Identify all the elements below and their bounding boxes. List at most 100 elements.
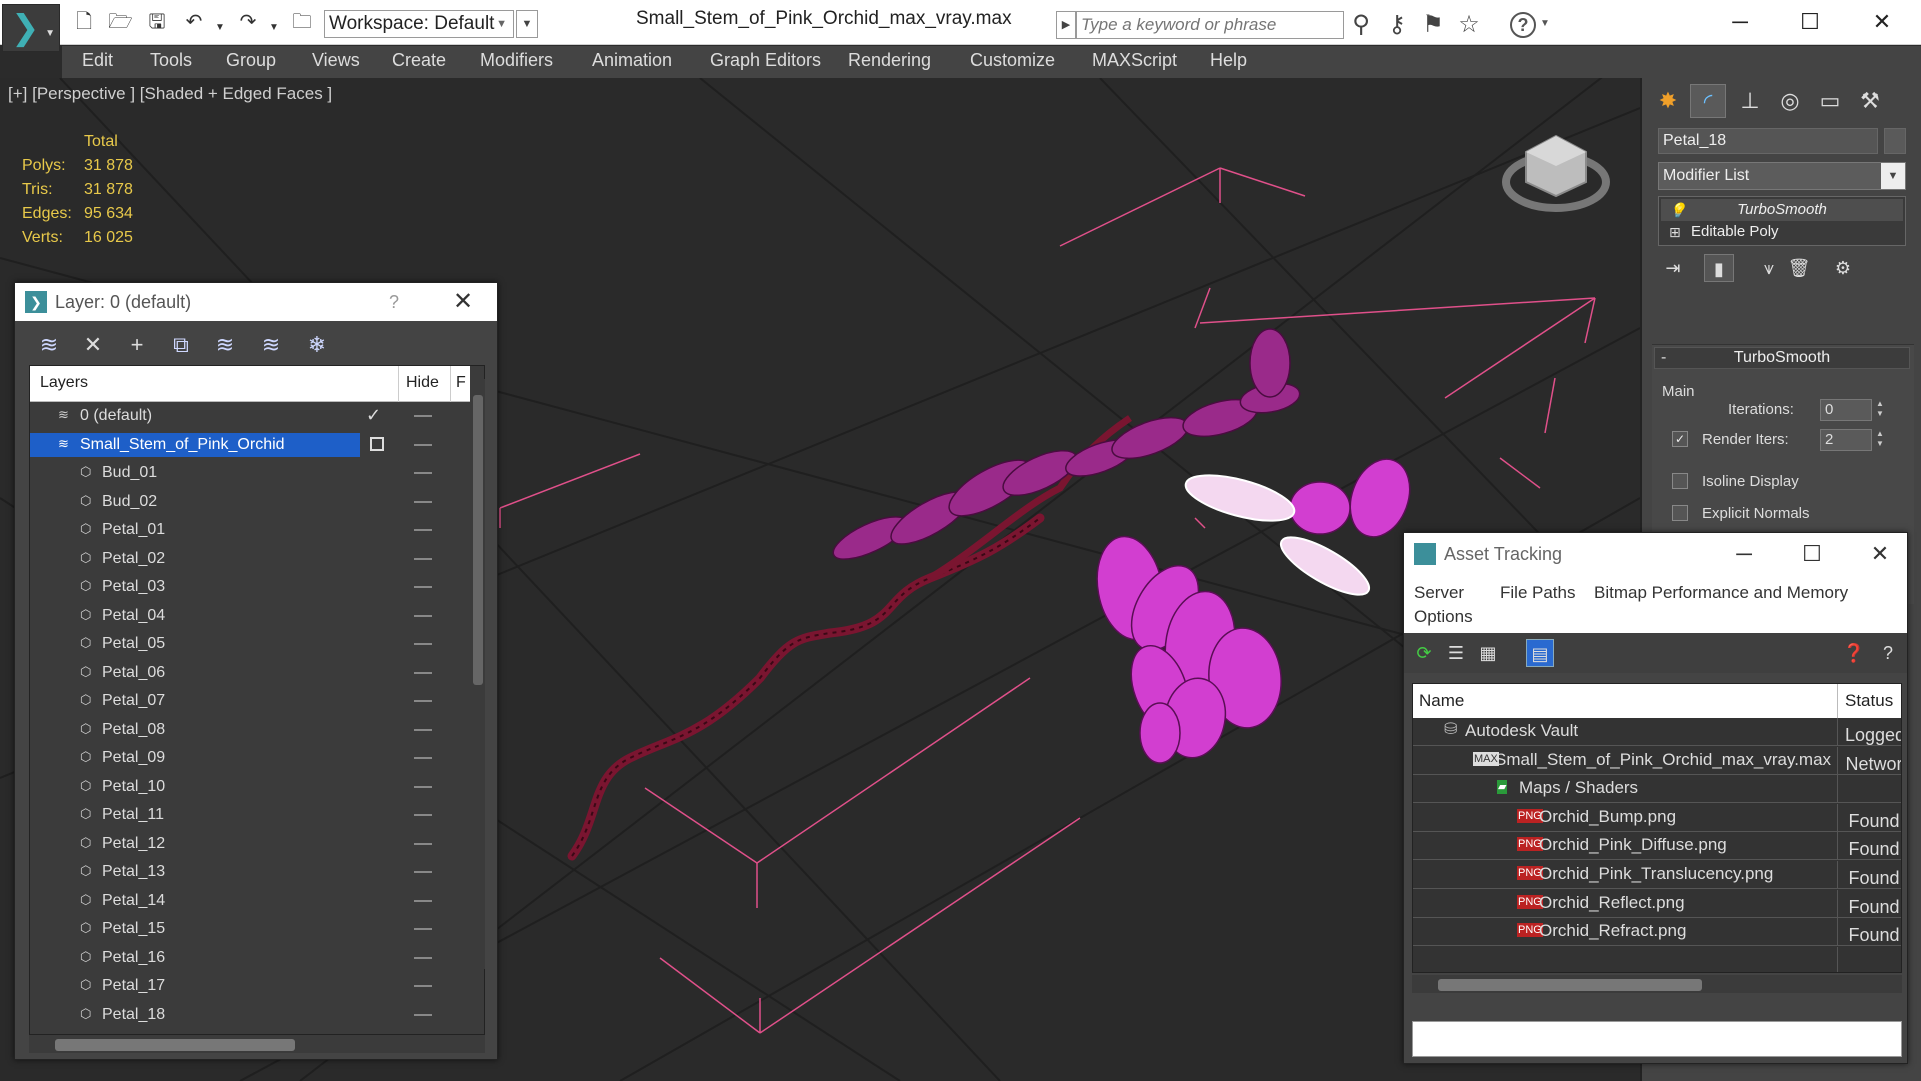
- thumbnail-view-icon[interactable]: ▦: [1474, 639, 1502, 667]
- iterations-spinner[interactable]: 0: [1820, 399, 1872, 421]
- binoculars-icon[interactable]: ⚲: [1346, 10, 1376, 40]
- undo-icon[interactable]: ↶: [182, 10, 206, 34]
- hide-toggle[interactable]: [414, 1013, 432, 1016]
- stack-item-editable-poly[interactable]: ⊞ Editable Poly: [1661, 221, 1903, 243]
- hide-toggle[interactable]: [414, 899, 432, 902]
- asset-row[interactable]: ⛁ Autodesk Vault Logged: [1413, 718, 1901, 746]
- refresh-icon[interactable]: ⟳: [1410, 639, 1438, 667]
- rollout-header[interactable]: - TurboSmooth: [1654, 347, 1910, 369]
- redo-icon[interactable]: ↷: [236, 10, 260, 34]
- menu-graph-editors[interactable]: Graph Editors: [710, 50, 821, 71]
- signin-icon[interactable]: ⚑: [1418, 10, 1448, 40]
- scrollbar-thumb[interactable]: [55, 1039, 295, 1051]
- hide-toggle[interactable]: [414, 928, 432, 930]
- project-folder-icon[interactable]: 🗀: [290, 10, 314, 34]
- minimize-button[interactable]: ─: [1720, 4, 1760, 40]
- menu-file[interactable]: File: [1500, 583, 1527, 603]
- menu-help[interactable]: Help: [1210, 50, 1247, 71]
- asset-row[interactable]: MAX Small_Stem_of_Pink_Orchid_max_vray.ma…: [1413, 746, 1901, 775]
- open-folder-icon[interactable]: 🗁: [108, 10, 133, 34]
- dialog-title-bar[interactable]: Asset Tracking ─ ☐ ✕: [1404, 533, 1907, 575]
- object-row[interactable]: ⬡ Petal_16: [30, 944, 470, 972]
- display-tab-icon[interactable]: ▭: [1812, 84, 1848, 118]
- asset-path-input[interactable]: [1412, 1021, 1902, 1057]
- hide-toggle[interactable]: [414, 643, 432, 645]
- hierarchy-tab-icon[interactable]: ⊥: [1732, 84, 1768, 118]
- remove-modifier-icon[interactable]: 🗑: [1784, 254, 1814, 282]
- isoline-display-checkbox[interactable]: [1672, 473, 1688, 489]
- object-row[interactable]: ⬡ Petal_12: [30, 830, 470, 858]
- close-button[interactable]: ✕: [1858, 533, 1902, 575]
- make-unique-icon[interactable]: ⩛: [1754, 254, 1784, 282]
- configure-sets-icon[interactable]: ⚙: [1828, 254, 1858, 282]
- menu-options[interactable]: Options: [1414, 607, 1473, 627]
- column-header-layers[interactable]: Layers: [40, 374, 88, 392]
- search-input[interactable]: [1076, 11, 1344, 39]
- object-row[interactable]: ⬡ Petal_13: [30, 858, 470, 886]
- column-header-freeze[interactable]: F: [456, 374, 466, 392]
- object-row[interactable]: ⬡ Petal_07: [30, 687, 470, 715]
- object-row[interactable]: ⬡ Bud_02: [30, 488, 470, 516]
- object-row[interactable]: ⬡ Petal_11: [30, 801, 470, 829]
- help-icon[interactable]: ?: [1510, 12, 1536, 38]
- spinner-arrows-icon[interactable]: ▲ ▼: [1874, 429, 1886, 451]
- asset-row[interactable]: PNG Orchid_Pink_Translucency.png Found: [1413, 861, 1901, 889]
- column-header-name[interactable]: Name: [1419, 691, 1464, 711]
- spinner-arrows-icon[interactable]: ▲ ▼: [1874, 399, 1886, 421]
- hide-toggle[interactable]: [414, 614, 432, 617]
- list-view-icon[interactable]: ☰: [1442, 639, 1470, 667]
- motion-tab-icon[interactable]: ◎: [1772, 84, 1808, 118]
- menu-views[interactable]: Views: [312, 50, 360, 71]
- delete-layer-icon[interactable]: ✕: [77, 329, 109, 361]
- stack-item-turbosmooth[interactable]: 💡 TurboSmooth: [1661, 199, 1903, 221]
- object-color-swatch[interactable]: [1884, 128, 1906, 154]
- object-row[interactable]: ⬡ Petal_17: [30, 972, 470, 1000]
- menu-maxscript[interactable]: MAXScript: [1092, 50, 1177, 71]
- explicit-normals-checkbox[interactable]: [1672, 505, 1688, 521]
- create-tab-icon[interactable]: ✸: [1650, 84, 1686, 118]
- select-objects-icon[interactable]: ⧉: [165, 329, 197, 361]
- layer-row[interactable]: ≋ 0 (default) ✓: [30, 402, 470, 430]
- render-iters-spinner[interactable]: 2: [1820, 429, 1872, 451]
- scrollbar-thumb[interactable]: [473, 395, 483, 685]
- table-view-icon[interactable]: ▤: [1526, 639, 1554, 667]
- workspace-menu-button[interactable]: ▼: [516, 10, 538, 38]
- freeze-all-layers-icon[interactable]: ❄: [301, 329, 333, 361]
- app-menu-button[interactable]: ❯ ▼: [2, 4, 60, 52]
- object-row[interactable]: ⬡ Petal_09: [30, 744, 470, 772]
- menu-tools[interactable]: Tools: [150, 50, 192, 71]
- close-button[interactable]: ✕: [1862, 4, 1902, 40]
- lightbulb-icon[interactable]: 💡: [1669, 199, 1686, 221]
- hide-toggle[interactable]: [414, 586, 432, 588]
- pin-stack-icon[interactable]: ⇥: [1658, 254, 1688, 282]
- object-row[interactable]: ⬡ Petal_06: [30, 659, 470, 687]
- key-icon[interactable]: ⚷: [1382, 10, 1412, 40]
- menu-server[interactable]: Server: [1414, 583, 1464, 603]
- object-row[interactable]: ⬡ Petal_05: [30, 630, 470, 658]
- new-layer-icon[interactable]: ≋: [33, 329, 65, 361]
- undo-dropdown-icon[interactable]: ▼: [214, 16, 226, 40]
- hide-all-layers-icon[interactable]: ≋: [255, 329, 287, 361]
- hide-toggle[interactable]: [414, 472, 432, 474]
- help-dropdown-icon[interactable]: ▼: [1540, 18, 1550, 29]
- highlight-editable-icon[interactable]: ❓: [1840, 639, 1868, 667]
- scrollbar-thumb[interactable]: [1438, 979, 1702, 991]
- menu-modifiers[interactable]: Modifiers: [480, 50, 553, 71]
- hide-toggle[interactable]: [414, 500, 432, 503]
- hide-toggle[interactable]: [414, 871, 432, 873]
- show-end-result-icon[interactable]: ▮: [1704, 254, 1734, 282]
- object-row[interactable]: ⬡ Petal_18: [30, 1001, 470, 1029]
- menu-bitmap-performance[interactable]: Bitmap Performance and Memory: [1594, 583, 1848, 603]
- asset-row[interactable]: PNG Orchid_Refract.png Found: [1413, 918, 1901, 947]
- object-row[interactable]: ⬡ Petal_02: [30, 545, 470, 573]
- object-row[interactable]: ⬡ Petal_14: [30, 887, 470, 915]
- menu-rendering[interactable]: Rendering: [848, 50, 931, 71]
- help-icon[interactable]: ?: [1874, 639, 1902, 667]
- column-header-hide[interactable]: Hide: [406, 374, 439, 392]
- help-icon[interactable]: ?: [389, 283, 399, 321]
- asset-row[interactable]: PNG Orchid_Bump.png Found: [1413, 803, 1901, 832]
- new-file-icon[interactable]: 🗋: [72, 10, 96, 34]
- modify-tab-icon[interactable]: ◜: [1690, 84, 1726, 118]
- current-layer-checkmark-icon[interactable]: ✓: [366, 405, 381, 426]
- hide-toggle[interactable]: [414, 956, 432, 959]
